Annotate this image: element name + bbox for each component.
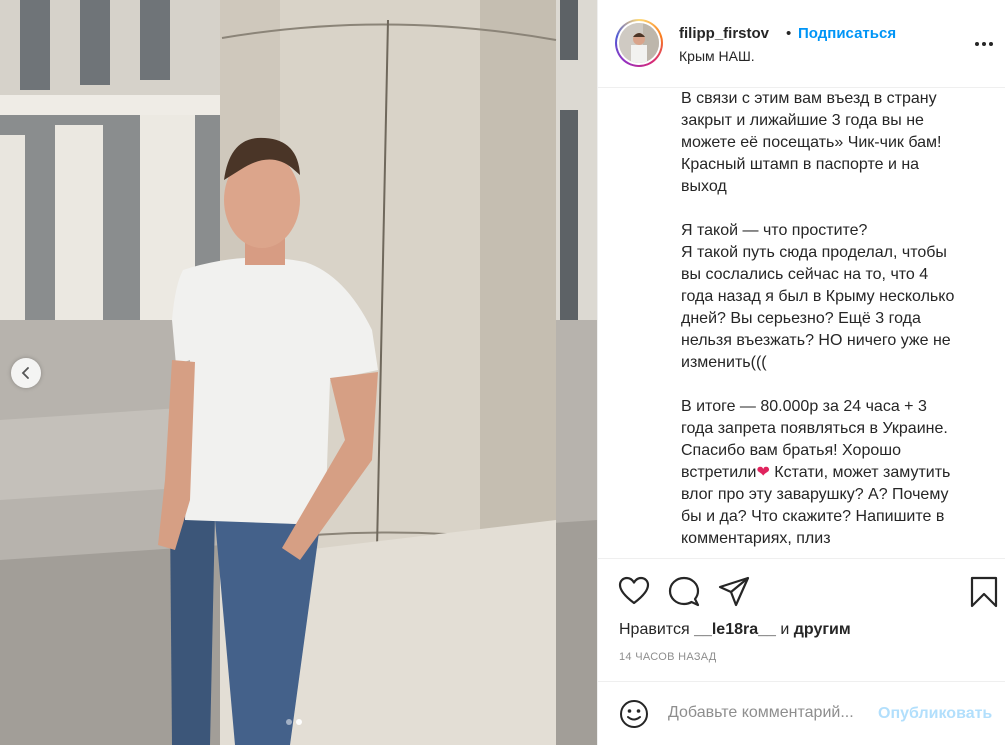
carousel-dot [286, 719, 292, 725]
caption-line: можете её посещать» Чик-чик бам! [681, 134, 942, 151]
separator-dot: • [786, 25, 792, 42]
photo-illustration [0, 0, 597, 745]
post-header: filipp_firstov • Подписаться Крым НАШ. [598, 0, 1005, 88]
likes-and: и [780, 621, 790, 638]
post-photo[interactable] [0, 0, 597, 745]
share-icon[interactable] [718, 576, 750, 608]
carousel-dot-active [296, 719, 302, 725]
post-timestamp[interactable]: 14 часов назад [619, 651, 717, 663]
likes-prefix: Нравится [619, 621, 690, 638]
caption-line: закрыт и лижайшие 3 года вы не [681, 112, 924, 129]
username-link[interactable]: filipp_firstov [679, 25, 769, 42]
chevron-left-icon [21, 367, 29, 379]
carousel-dots [286, 719, 302, 725]
caption-line: комментариях, плиз [681, 530, 831, 547]
caption-line: В итоге — 80.000р за 24 часа + 3 [681, 398, 927, 415]
caption-line: дней? Вы серьезно? Ещё 3 года [681, 310, 921, 327]
caption-line: Я такой — что простите? [681, 222, 868, 239]
caption-line: года запрета появляться в Украине. [681, 420, 948, 437]
emoji-icon[interactable] [619, 699, 649, 729]
post-caption: В связи с этим вам въезд в страну закрыт… [681, 88, 991, 558]
caption-line-emoji: встретили❤ Кстати, может замутить [681, 462, 991, 484]
caption-line: Я такой путь сюда проделал, чтобы [681, 244, 947, 261]
more-icon[interactable] [972, 34, 996, 54]
caption-line: Красный штамп в паспорте и на [681, 156, 920, 173]
caption-line: В связи с этим вам въезд в страну [681, 90, 937, 107]
comment-input[interactable] [668, 704, 878, 722]
caption-text: встретили [681, 464, 757, 481]
follow-button[interactable]: Подписаться [798, 25, 896, 42]
bookmark-icon[interactable] [970, 576, 998, 608]
red-heart-emoji-icon: ❤ [756, 464, 770, 481]
heart-icon[interactable] [618, 576, 650, 606]
caption-line: года назад я был в Крыму несколько [681, 288, 955, 305]
location-link[interactable]: Крым НАШ. [679, 48, 755, 64]
caption-line: изменить((( [681, 354, 767, 371]
avatar[interactable] [615, 19, 663, 67]
caption-line: бы и да? Что скажите? Напишите в [681, 508, 945, 525]
avatar-image [619, 23, 659, 63]
publish-button[interactable]: Опубликовать [878, 705, 992, 723]
post-side-panel: filipp_firstov • Подписаться Крым НАШ. В… [597, 0, 1005, 745]
caption-line: влог про эту заварушку? А? Почему [681, 486, 949, 503]
caption-line: выход [681, 178, 727, 195]
carousel-prev-button[interactable] [11, 358, 41, 388]
comment-icon[interactable] [668, 576, 700, 608]
comment-form: Опубликовать [598, 681, 1005, 745]
caption-text: Кстати, может замутить [769, 464, 951, 481]
likes-summary: Нравится __le18ra__ и другим [619, 621, 851, 639]
likes-others-link[interactable]: другим [794, 621, 851, 638]
caption-line: вы сослались сейчас на то, что 4 [681, 266, 929, 283]
likes-user-link[interactable]: __le18ra__ [694, 621, 776, 638]
caption-line: Спасибо вам братья! Хорошо [681, 442, 901, 459]
caption-line: нельзя въезжать? НО ничего уже не [681, 332, 951, 349]
post-actions: Нравится __le18ra__ и другим 14 часов на… [598, 558, 1005, 745]
